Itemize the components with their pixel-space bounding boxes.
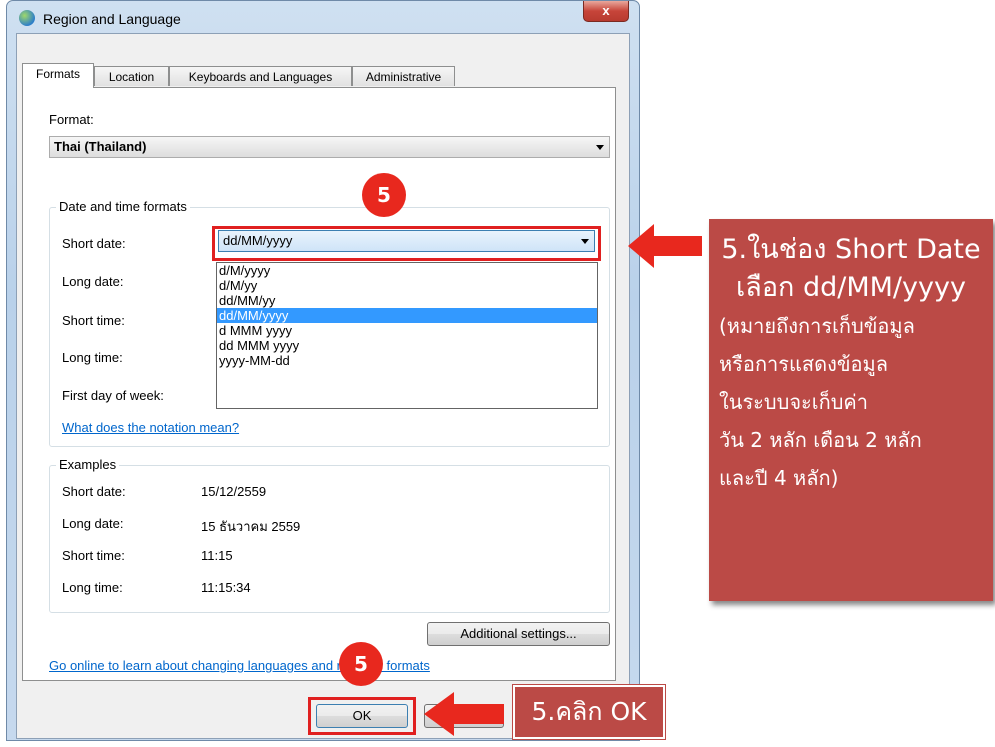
chevron-down-icon [596, 145, 604, 150]
first-day-of-week-label: First day of week: [62, 388, 164, 403]
additional-settings-button[interactable]: Additional settings... [427, 622, 610, 646]
ok-instruction-callout: 5.คลิก OK [512, 684, 666, 740]
window-title: Region and Language [43, 11, 181, 27]
arrow-left-icon [628, 224, 702, 268]
callout-note-line: วัน 2 หลัก เดือน 2 หลัก [719, 428, 922, 452]
example-short-date-value: 15/12/2559 [201, 484, 267, 499]
dropdown-option[interactable]: dd MMM yyyy [217, 338, 597, 353]
callout-note-line: และปี 4 หลัก) [719, 466, 839, 490]
callout-note-line: ในระบบจะเก็บค่า [719, 390, 869, 414]
callout-title-line1: 5.ในช่อง Short Date [721, 234, 981, 265]
short-date-dropdown-list[interactable]: d/M/yyyy d/M/yy dd/MM/yy dd/MM/yyyy d MM… [216, 262, 598, 409]
example-short-date-label: Short date: [62, 484, 126, 499]
dropdown-option[interactable]: dd/MM/yy [217, 293, 597, 308]
example-long-date-value: 15 ธันวาคม 2559 [201, 519, 301, 534]
arrow-left-icon [424, 692, 504, 736]
example-long-date-label: Long date: [62, 516, 124, 531]
example-short-time-value: 11:15 [201, 548, 233, 563]
dropdown-option[interactable]: yyyy-MM-dd [217, 353, 597, 368]
callout-note-line: หรือการแสดงข้อมูล [719, 352, 888, 376]
ok-highlight [308, 697, 416, 735]
examples-group: Examples [49, 457, 610, 613]
long-time-label: Long time: [62, 350, 123, 365]
tab-keyboards-languages[interactable]: Keyboards and Languages [169, 66, 352, 86]
dropdown-option[interactable]: d MMM yyyy [217, 323, 597, 338]
tab-administrative[interactable]: Administrative [352, 66, 455, 86]
globe-icon [19, 10, 35, 26]
step-badge-ok: 5 [339, 642, 383, 686]
short-time-label: Short time: [62, 313, 125, 328]
dropdown-option[interactable]: d/M/yy [217, 278, 597, 293]
examples-group-title: Examples [56, 457, 120, 472]
callout-title-line2: เลือก dd/MM/yyyy [736, 272, 966, 303]
dropdown-option[interactable]: d/M/yyyy [217, 263, 597, 278]
callout-note-line: (หมายถึงการเก็บข้อมูล [719, 314, 915, 338]
format-label: Format: [49, 112, 94, 127]
example-long-time-value: 11:15:34 [201, 580, 251, 595]
long-date-label: Long date: [62, 274, 124, 289]
format-select-value: Thai (Thailand) [54, 139, 147, 154]
format-select[interactable]: Thai (Thailand) [49, 136, 610, 158]
title-bar[interactable]: Region and Language x [7, 1, 639, 31]
example-long-time-label: Long time: [62, 580, 123, 595]
close-button[interactable]: x [583, 1, 629, 22]
tab-formats[interactable]: Formats [22, 63, 94, 88]
short-date-label: Short date: [62, 236, 126, 251]
step-badge-short-date: 5 [362, 173, 406, 217]
example-short-time-label: Short time: [62, 548, 125, 563]
notation-help-link[interactable]: What does the notation mean? [62, 420, 239, 435]
dropdown-option-selected[interactable]: dd/MM/yyyy [217, 308, 597, 323]
instruction-callout: 5.ในช่อง Short Date เลือก dd/MM/yyyy (หม… [709, 219, 993, 601]
tab-location[interactable]: Location [94, 66, 169, 86]
short-date-highlight [212, 226, 601, 261]
date-time-group-title: Date and time formats [56, 199, 190, 214]
